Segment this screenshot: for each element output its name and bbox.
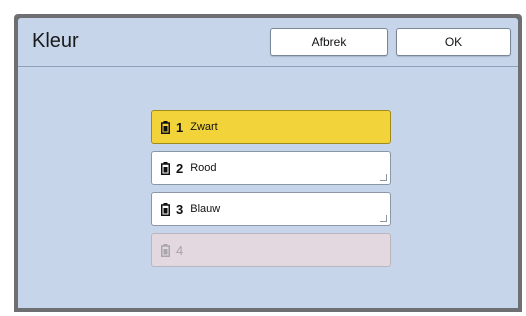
- ink-cylinder-icon: [161, 120, 170, 134]
- ink-cylinder-icon: [161, 202, 170, 216]
- dialog-title: Kleur: [32, 30, 79, 52]
- color-label: Blauw: [190, 203, 221, 215]
- color-option-3[interactable]: 3 Blauw: [151, 192, 391, 226]
- color-label: Zwart: [190, 121, 218, 133]
- color-option-1[interactable]: 1 Zwart: [151, 110, 391, 144]
- ink-cylinder-icon: [161, 161, 170, 175]
- color-dialog: Kleur Afbrek OK 1 Zwart 2 Rood 3 Blauw 4: [18, 18, 518, 308]
- color-number: 4: [176, 242, 184, 258]
- color-option-2[interactable]: 2 Rood: [151, 151, 391, 185]
- ok-button[interactable]: OK: [396, 28, 511, 56]
- color-number: 2: [176, 160, 184, 176]
- color-number: 3: [176, 201, 184, 217]
- color-label: Rood: [190, 162, 217, 174]
- corner-indicator-icon: [380, 215, 387, 222]
- corner-indicator-icon: [380, 174, 387, 181]
- cancel-button[interactable]: Afbrek: [270, 28, 388, 56]
- color-number: 1: [176, 119, 184, 135]
- color-option-4: 4: [151, 233, 391, 267]
- ink-cylinder-icon: [161, 243, 170, 257]
- title-divider: [18, 66, 518, 67]
